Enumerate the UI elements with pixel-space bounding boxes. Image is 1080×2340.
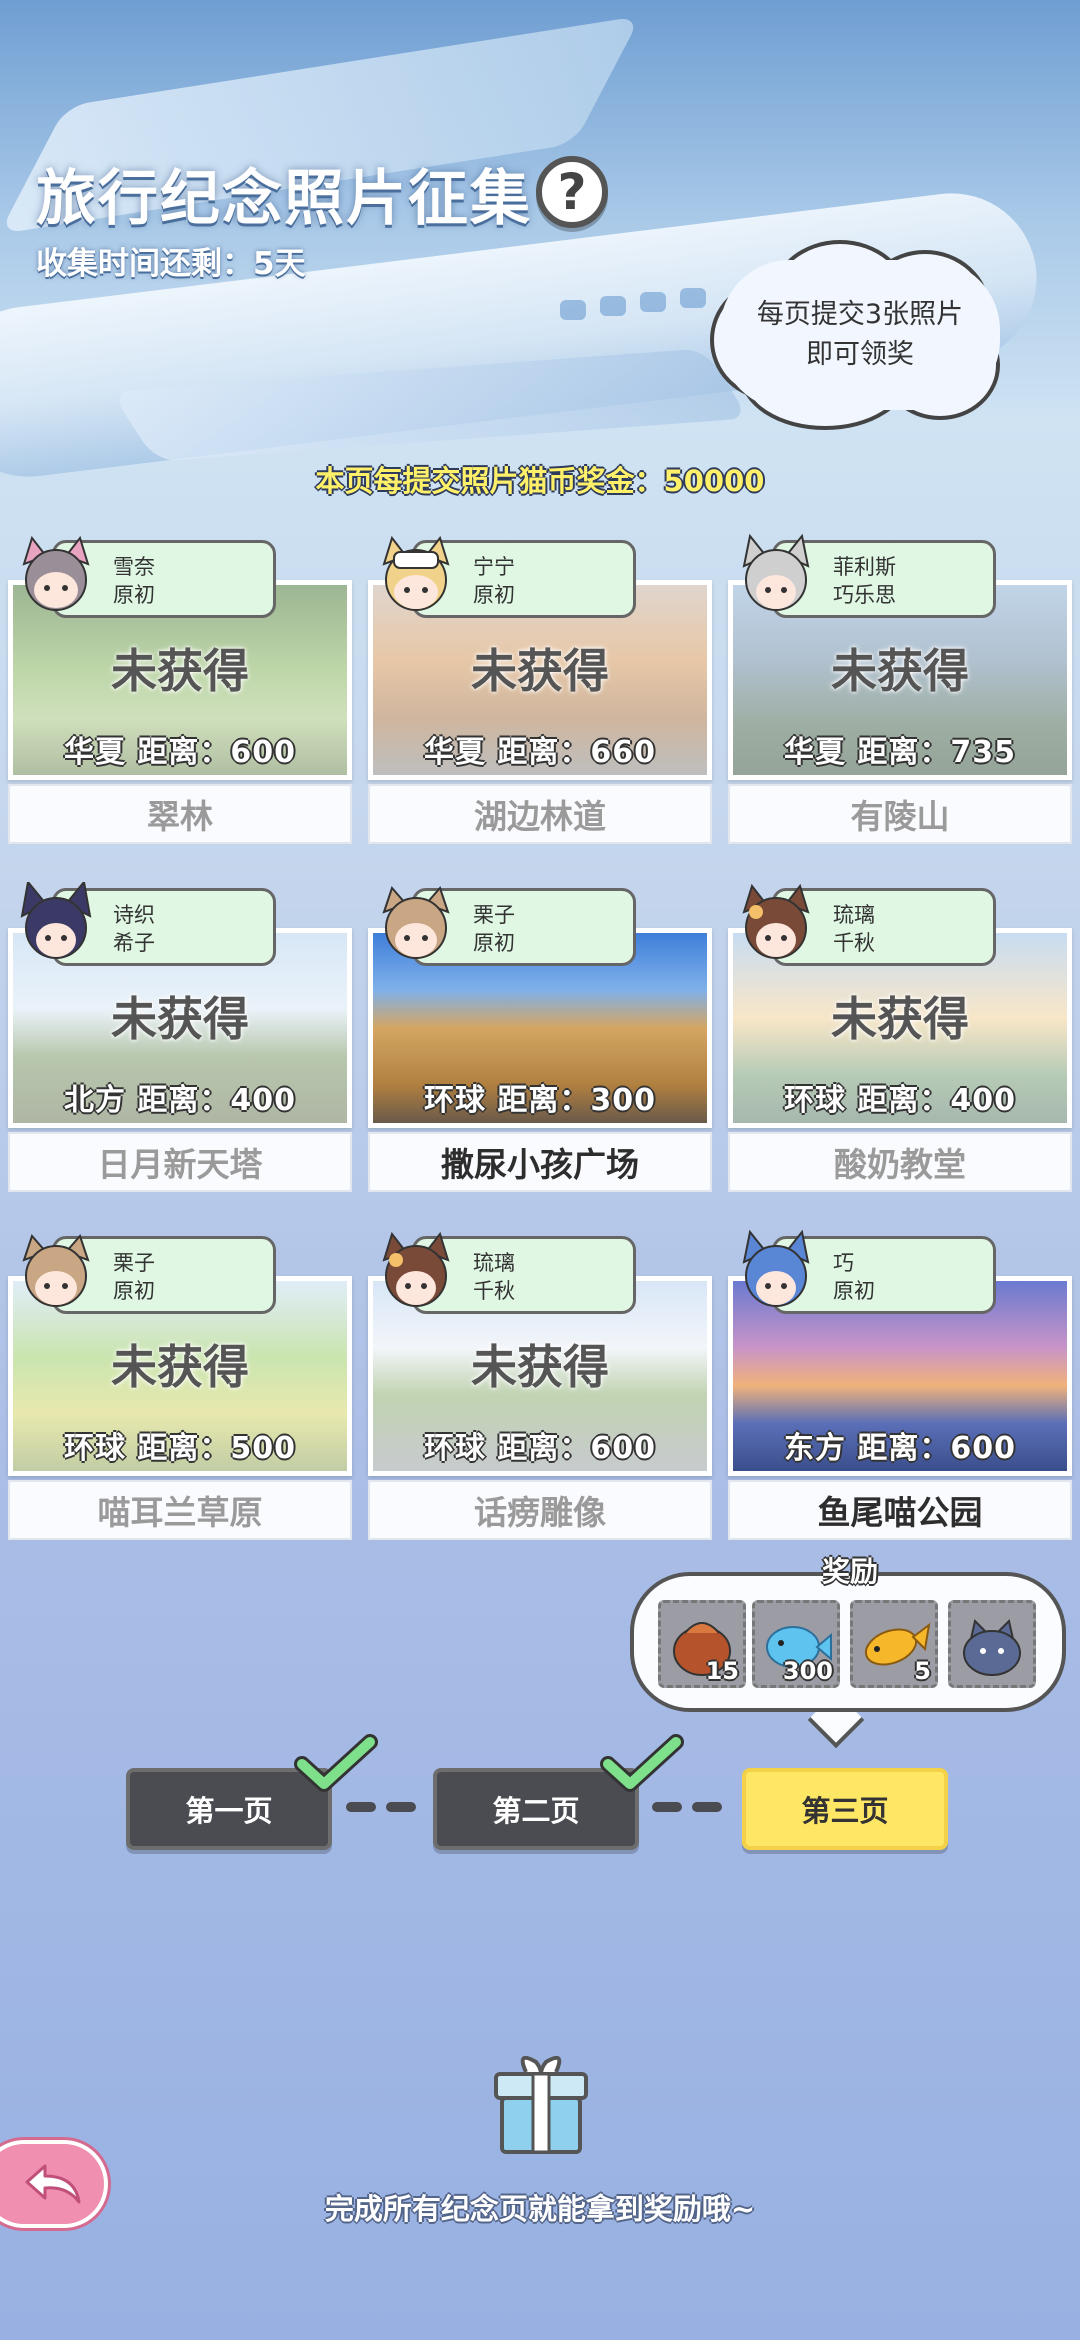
character-variant: 原初 xyxy=(113,583,155,607)
character-avatar-icon xyxy=(22,535,90,611)
character-variant: 巧乐思 xyxy=(833,583,896,607)
photo-card[interactable]: 未获得 华夏 距离：600 翠林 雪奈 原初 xyxy=(8,535,352,860)
status-label: 未获得 xyxy=(111,992,249,1046)
character-avatar-icon xyxy=(382,1231,450,1307)
distance-label: 华夏 距离：660 xyxy=(423,735,657,770)
page-connector xyxy=(652,1802,682,1812)
page-3-button[interactable]: 第三页 xyxy=(742,1768,948,1850)
photo-card[interactable]: 未获得 环球 距离：600 话痨雕像 琉璃 千秋 xyxy=(368,1231,712,1556)
distance-label: 华夏 距离：735 xyxy=(783,735,1017,770)
photo-card[interactable]: 环球 距离：300 撒尿小孩广场 栗子 原初 xyxy=(368,886,712,1208)
character-avatar-icon xyxy=(20,882,92,959)
tip-cloud: 每页提交3张照片 即可领奖 xyxy=(710,240,1010,430)
reward-item[interactable]: 5 xyxy=(850,1600,938,1688)
reward-count: 5 xyxy=(914,1657,931,1685)
character-variant: 原初 xyxy=(473,931,515,955)
character-variant: 希子 xyxy=(113,931,155,955)
distance-label: 北方 距离：400 xyxy=(63,1083,297,1118)
character-variant: 原初 xyxy=(113,1279,155,1303)
character-avatar-icon xyxy=(742,534,810,611)
status-label: 未获得 xyxy=(111,1340,249,1394)
character-name: 雪奈 xyxy=(113,555,155,579)
reward-count: 300 xyxy=(782,1657,833,1685)
checkmark-icon xyxy=(294,1734,378,1792)
bonus-text: 本页每提交照片猫币奖金：50000 xyxy=(315,464,765,498)
character-name: 巧 xyxy=(833,1251,854,1275)
photo-card[interactable]: 未获得 环球 距离：400 酸奶教堂 琉璃 千秋 xyxy=(728,883,1072,1208)
character-name: 栗子 xyxy=(473,903,515,927)
airplane-window xyxy=(560,300,586,320)
distance-label: 环球 距离：600 xyxy=(423,1431,657,1466)
character-avatar-icon xyxy=(742,883,810,959)
character-name: 琉璃 xyxy=(473,1251,515,1275)
location-name: 湖边林道 xyxy=(368,784,712,844)
distance-label: 环球 距离：300 xyxy=(423,1083,657,1118)
character-variant: 千秋 xyxy=(833,931,875,955)
character-variant: 千秋 xyxy=(473,1279,515,1303)
character-name: 琉璃 xyxy=(833,903,875,927)
location-name: 日月新天塔 xyxy=(8,1132,352,1192)
completion-hint: 完成所有纪念页就能拿到奖励哦~ xyxy=(324,2192,756,2226)
location-name: 撒尿小孩广场 xyxy=(368,1132,712,1192)
reward-item[interactable]: 300 xyxy=(752,1600,840,1688)
photo-card[interactable]: 未获得 华夏 距离：735 有陵山 菲利斯 巧乐思 xyxy=(728,534,1072,860)
distance-label: 环球 距离：500 xyxy=(63,1431,297,1466)
distance-label: 东方 距离：600 xyxy=(783,1431,1017,1466)
reward-count: 15 xyxy=(705,1657,739,1685)
checkmark-icon xyxy=(600,1734,684,1792)
character-variant: 原初 xyxy=(473,583,515,607)
photo-card[interactable]: 东方 距离：600 鱼尾喵公园 巧 原初 xyxy=(728,1230,1072,1556)
location-name: 酸奶教堂 xyxy=(728,1132,1072,1192)
reward-item[interactable]: 15 xyxy=(658,1600,746,1688)
distance-label: 环球 距离：400 xyxy=(783,1083,1017,1118)
page-connector xyxy=(386,1802,416,1812)
status-label: 未获得 xyxy=(831,644,969,698)
reward-label: 奖励 xyxy=(821,1555,878,1588)
airplane-window xyxy=(600,296,626,316)
character-avatar-icon xyxy=(22,1234,90,1307)
gift-box-icon[interactable] xyxy=(486,2046,596,2156)
photo-card[interactable]: 未获得 环球 距离：500 喵耳兰草原 栗子 原初 xyxy=(8,1234,352,1556)
page-connector xyxy=(692,1802,722,1812)
character-avatar-icon xyxy=(382,886,450,959)
location-name: 鱼尾喵公园 xyxy=(728,1480,1072,1540)
help-button[interactable]: ? xyxy=(536,156,608,228)
status-label: 未获得 xyxy=(831,992,969,1046)
character-name: 菲利斯 xyxy=(833,555,896,579)
countdown-text: 收集时间还剩：5天 xyxy=(36,246,306,282)
tip-line-1: 每页提交3张照片 xyxy=(756,299,964,330)
back-arrow-icon xyxy=(25,2164,81,2204)
distance-label: 华夏 距离：600 xyxy=(63,735,297,770)
character-name: 诗织 xyxy=(113,903,155,927)
back-button[interactable] xyxy=(0,2140,108,2228)
character-variant: 原初 xyxy=(833,1279,875,1303)
location-name: 话痨雕像 xyxy=(368,1480,712,1540)
location-name: 翠林 xyxy=(8,784,352,844)
page-title: 旅行纪念照片征集 xyxy=(36,164,532,234)
page-connector xyxy=(346,1802,376,1812)
airplane-window xyxy=(680,288,706,308)
character-name: 宁宁 xyxy=(473,555,515,579)
status-label: 未获得 xyxy=(471,1340,609,1394)
airplane-window xyxy=(640,292,666,312)
character-avatar-icon xyxy=(382,535,450,611)
location-name: 有陵山 xyxy=(728,784,1072,844)
character-avatar-icon xyxy=(742,1230,810,1307)
character-name: 栗子 xyxy=(113,1251,155,1275)
tip-line-2: 即可领奖 xyxy=(806,339,914,370)
status-label: 未获得 xyxy=(111,644,249,698)
cat-plush-icon xyxy=(963,1619,1021,1676)
status-label: 未获得 xyxy=(471,644,609,698)
photo-card[interactable]: 未获得 华夏 距离：660 湖边林道 宁宁 原初 xyxy=(368,535,712,860)
location-name: 喵耳兰草原 xyxy=(8,1480,352,1540)
photo-card[interactable]: 未获得 北方 距离：400 日月新天塔 诗织 希子 xyxy=(8,882,352,1208)
reward-item[interactable] xyxy=(948,1600,1036,1688)
